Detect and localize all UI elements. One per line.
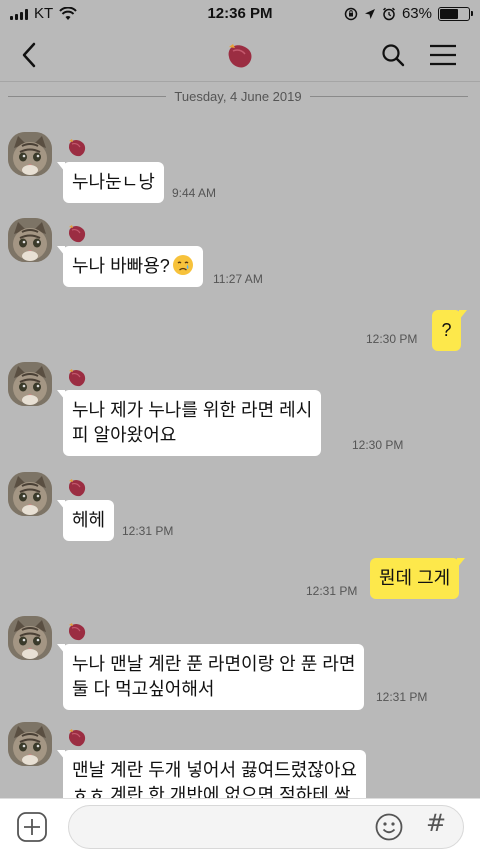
sender-name-sweet-potato-icon bbox=[69, 623, 86, 641]
location-icon bbox=[364, 8, 375, 19]
emoticon-button[interactable] bbox=[374, 812, 404, 842]
sender-name-sweet-potato-icon bbox=[69, 369, 86, 387]
avatar[interactable] bbox=[8, 722, 52, 766]
message-time: 9:44 AM bbox=[172, 186, 217, 200]
chevron-left-icon bbox=[22, 42, 36, 68]
battery-icon bbox=[438, 6, 473, 21]
date-separator: Tuesday, 4 June 2019 bbox=[8, 88, 469, 104]
chat-screen: KT 12:36 PM 63% Tuesday, 4 June 2019 누나눈… bbox=[0, 0, 480, 854]
chat-header bbox=[0, 28, 480, 82]
message-time: 12:31 PM bbox=[122, 524, 174, 538]
sender-name-sweet-potato-icon bbox=[69, 139, 86, 157]
avatar[interactable] bbox=[8, 218, 52, 262]
message-bubble[interactable]: 헤헤 bbox=[56, 500, 115, 541]
cat-photo bbox=[8, 472, 52, 516]
plus-square-icon bbox=[17, 812, 47, 842]
message-bubble[interactable]: 누나 제가 누나를 위한 라면 레시 피 알아왔어요 bbox=[56, 390, 322, 456]
message-bubble[interactable]: 누나 바빠용? bbox=[57, 246, 203, 287]
cat-photo bbox=[8, 362, 52, 406]
status-bar: KT 12:36 PM 63% bbox=[0, 0, 480, 28]
cat-photo bbox=[8, 616, 52, 660]
sender-name-sweet-potato-icon bbox=[69, 479, 86, 497]
message-list[interactable]: Tuesday, 4 June 2019 누나눈ㄴ낭 9:44 AM 누나 바빠… bbox=[0, 82, 480, 798]
rotation-lock-icon bbox=[344, 7, 358, 20]
avatar[interactable] bbox=[8, 616, 52, 660]
message-bubble[interactable]: 맨날 계란 두개 넣어서 끓여드렸잖아요 ㅎㅎ 계란 한 개반에 없으면 적하테 … bbox=[57, 750, 366, 798]
sweet-potato-icon bbox=[228, 44, 252, 68]
alarm-icon bbox=[382, 7, 395, 20]
message-time: 12:31 PM bbox=[306, 584, 358, 598]
message-bubble[interactable]: 누나 맨날 계란 푼 라면이랑 안 푼 라면 둘 다 먹고싶어해서 bbox=[56, 644, 365, 710]
battery-percent: 63% bbox=[401, 5, 432, 22]
hashtag-search-button[interactable]: # bbox=[426, 809, 446, 837]
message-bubble[interactable]: 누나눈ㄴ낭 bbox=[57, 162, 164, 203]
attach-button[interactable] bbox=[16, 811, 48, 843]
chatroom-profile-sweet-potato[interactable] bbox=[224, 40, 256, 70]
message-time: 12:31 PM bbox=[376, 690, 428, 704]
message-time: 12:30 PM bbox=[352, 438, 404, 452]
menu-button[interactable] bbox=[426, 38, 460, 72]
avatar[interactable] bbox=[8, 362, 52, 406]
avatar[interactable] bbox=[8, 472, 52, 516]
sender-name-sweet-potato-icon bbox=[69, 225, 86, 243]
cat-photo bbox=[8, 218, 52, 262]
sender-name-sweet-potato-icon bbox=[69, 729, 86, 747]
back-button[interactable] bbox=[12, 38, 46, 72]
message-input[interactable] bbox=[68, 805, 464, 849]
message-time: 11:27 AM bbox=[213, 272, 263, 286]
message-input-bar: # bbox=[0, 798, 480, 854]
search-icon bbox=[382, 44, 405, 67]
cat-photo bbox=[8, 722, 52, 766]
search-button[interactable] bbox=[376, 38, 410, 72]
message-bubble-sent[interactable]: 뭔데 그게 bbox=[370, 558, 466, 599]
crying-face-emoji-icon bbox=[172, 255, 193, 275]
smiley-icon bbox=[375, 813, 403, 841]
message-time: 12:30 PM bbox=[366, 332, 418, 346]
message-bubble-sent[interactable]: ? bbox=[432, 310, 467, 351]
avatar[interactable] bbox=[8, 132, 52, 176]
hamburger-menu-icon bbox=[430, 44, 456, 66]
status-right: 63% bbox=[344, 5, 473, 22]
date-separator-label: Tuesday, 4 June 2019 bbox=[174, 88, 302, 104]
cat-photo bbox=[8, 132, 52, 176]
